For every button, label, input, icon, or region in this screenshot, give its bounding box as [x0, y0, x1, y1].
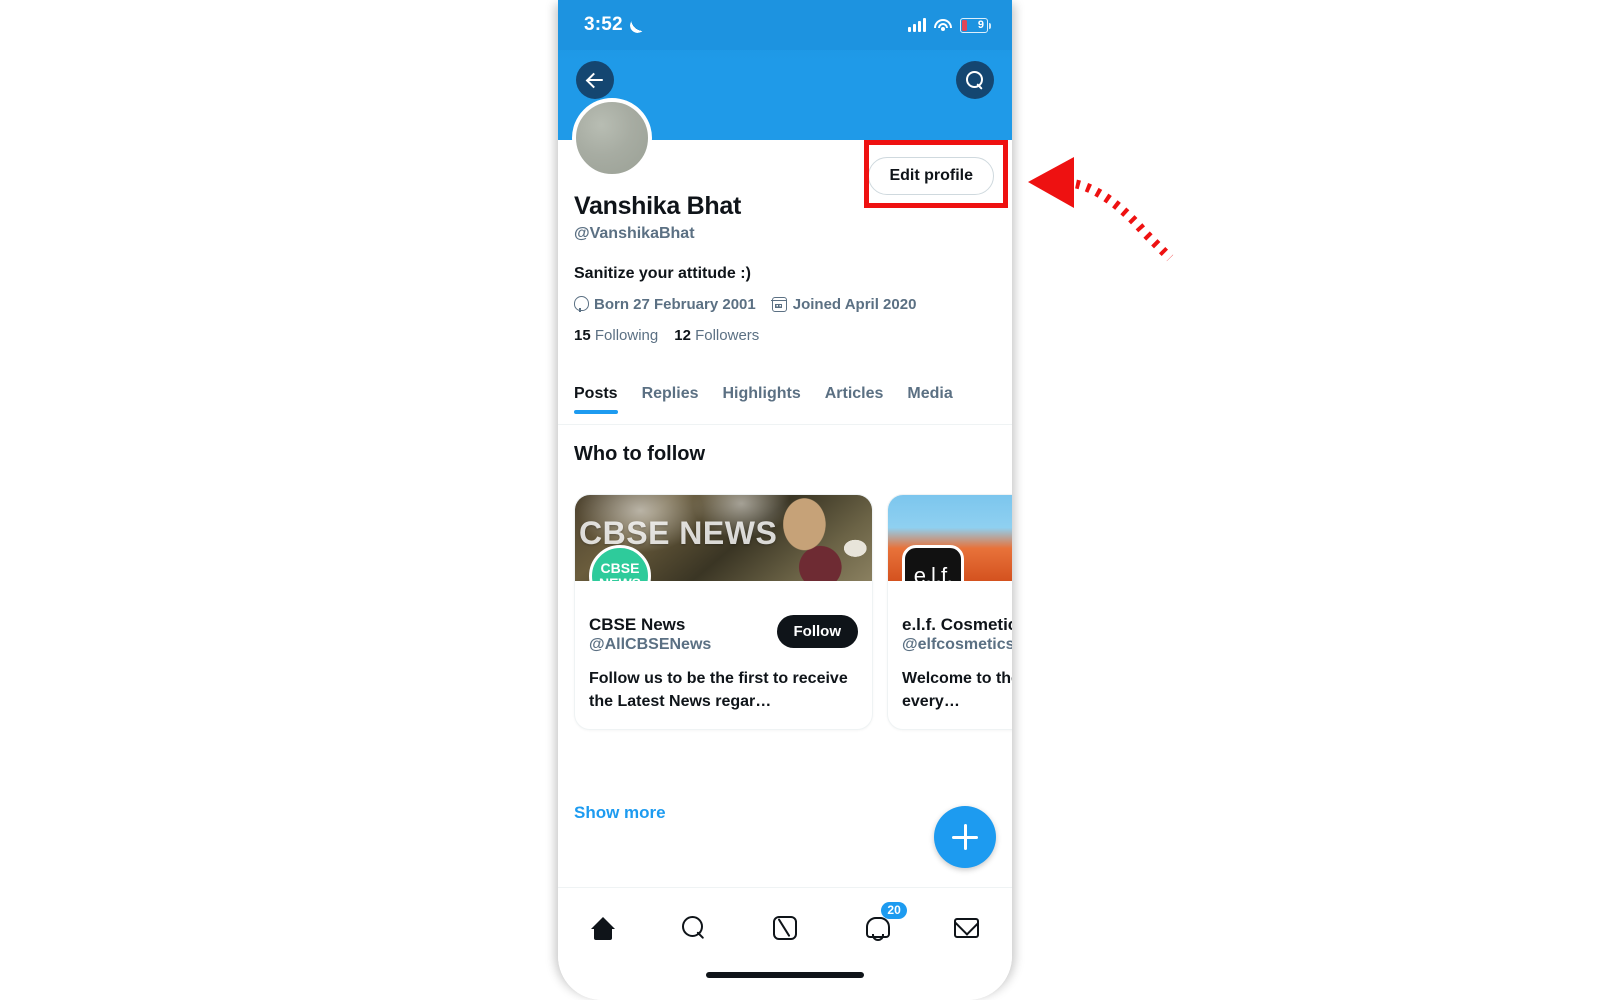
- notifications-badge: 20: [881, 902, 907, 920]
- card-bio: Follow us to be the first to receive the…: [589, 670, 848, 711]
- plus-icon: [952, 824, 978, 850]
- tab-posts[interactable]: Posts: [574, 385, 618, 414]
- profile-bio: Sanitize your attitude :): [574, 264, 751, 282]
- phone-frame: 3:52 9 Edit profile Vanshika Bhat @Vansh…: [558, 0, 1012, 1000]
- nav-grok[interactable]: [760, 908, 810, 948]
- followers-label: Followers: [695, 326, 760, 344]
- status-bar-left: 3:52: [584, 14, 645, 36]
- home-indicator: [706, 972, 864, 978]
- card-name: CBSE News: [589, 615, 686, 634]
- follow-card[interactable]: e.l.f. e.l.f. Cosmetics @elfcosmetics Fo…: [887, 494, 1012, 731]
- battery-percent: 9: [977, 18, 984, 31]
- card-header-row: CBSE News @AllCBSENews Follow: [589, 615, 858, 654]
- search-button[interactable]: [956, 61, 994, 99]
- card-avatar[interactable]: e.l.f.: [902, 545, 964, 581]
- nav-home[interactable]: [578, 908, 628, 948]
- card-cover-image: e.l.f.: [888, 495, 1012, 581]
- grok-icon: [772, 916, 797, 940]
- moon-icon: [630, 18, 645, 33]
- search-icon: [682, 916, 706, 940]
- compose-button[interactable]: [934, 806, 996, 868]
- card-cover-image: CBSE NEWS CBSE NEWS: [575, 495, 872, 581]
- nav-search[interactable]: [669, 908, 719, 948]
- card-header-row: e.l.f. Cosmetics @elfcosmetics Follow: [902, 615, 1012, 654]
- status-bar-right: 9: [908, 17, 991, 33]
- phone-screen: 3:52 9 Edit profile Vanshika Bhat @Vansh…: [558, 0, 1012, 1000]
- birth-date-item: Born 27 February 2001: [574, 296, 756, 313]
- card-identity: CBSE News @AllCBSENews: [589, 615, 711, 654]
- balloon-icon: [574, 296, 589, 313]
- follow-card[interactable]: CBSE NEWS CBSE NEWS CBSE News @AllCBSENe…: [574, 494, 873, 731]
- joined-date-item: Joined April 2020: [771, 295, 917, 313]
- followers-stat[interactable]: 12 Followers: [674, 327, 759, 344]
- status-bar: 3:52 9: [558, 0, 1012, 50]
- card-bio: Welcome to the place where every…: [902, 670, 1012, 711]
- who-to-follow-carousel[interactable]: CBSE NEWS CBSE NEWS CBSE News @AllCBSENe…: [574, 494, 1012, 731]
- followers-count: 12: [674, 326, 691, 344]
- search-icon: [966, 71, 984, 89]
- profile-tabs: Posts Replies Highlights Articles Media: [558, 385, 1012, 425]
- battery-icon: 9: [960, 17, 991, 33]
- nav-notifications[interactable]: 20: [851, 902, 907, 948]
- calendar-icon: [771, 296, 788, 312]
- messages-envelope-icon: [954, 918, 980, 938]
- following-stat[interactable]: 15 Following: [574, 327, 658, 344]
- birth-date-text: Born 27 February 2001: [594, 295, 756, 313]
- status-time: 3:52: [584, 14, 623, 35]
- profile-handle: @VanshikaBhat: [574, 224, 695, 242]
- battery-low-fill: [962, 19, 967, 31]
- following-label: Following: [594, 326, 659, 344]
- show-more-link[interactable]: Show more: [574, 803, 666, 823]
- notifications-bell-icon: [865, 916, 890, 941]
- edit-profile-button[interactable]: Edit profile: [868, 157, 994, 195]
- tab-highlights[interactable]: Highlights: [723, 385, 801, 414]
- tab-articles[interactable]: Articles: [825, 385, 884, 414]
- card-identity: e.l.f. Cosmetics @elfcosmetics: [902, 615, 1012, 654]
- card-avatar-line2: NEWS: [599, 576, 641, 581]
- card-handle: @elfcosmetics: [902, 636, 1012, 653]
- profile-counts: 15 Following 12 Followers: [574, 327, 996, 344]
- bottom-navigation: 20: [558, 887, 1012, 1000]
- tab-replies[interactable]: Replies: [642, 385, 699, 414]
- home-icon: [590, 916, 616, 940]
- joined-date-text: Joined April 2020: [792, 295, 917, 313]
- screenshot-canvas: 3:52 9 Edit profile Vanshika Bhat @Vansh…: [0, 0, 1600, 1000]
- back-arrow-icon: [587, 72, 604, 89]
- following-count: 15: [574, 326, 591, 344]
- card-name: e.l.f. Cosmetics: [902, 615, 1012, 634]
- avatar[interactable]: [572, 98, 652, 178]
- red-pointer-arrow: [1028, 157, 1174, 262]
- card-body: e.l.f. Cosmetics @elfcosmetics Follow We…: [888, 581, 1012, 729]
- who-to-follow-title: Who to follow: [574, 443, 706, 465]
- card-handle: @AllCBSENews: [589, 636, 712, 653]
- profile-display-name: Vanshika Bhat: [574, 192, 741, 220]
- cellular-signal-icon: [908, 18, 926, 32]
- wifi-icon: [934, 18, 952, 32]
- follow-button[interactable]: Follow: [776, 615, 858, 648]
- back-button[interactable]: [576, 61, 614, 99]
- profile-section: Edit profile Vanshika Bhat @VanshikaBhat…: [558, 98, 1012, 344]
- card-avatar-line1: CBSE: [600, 560, 640, 577]
- card-body: CBSE News @AllCBSENews Follow Follow us …: [575, 581, 872, 729]
- nav-messages[interactable]: [942, 908, 992, 948]
- card-avatar-line1: e.l.f.: [913, 563, 953, 581]
- profile-meta: Born 27 February 2001 Joined April 2020: [574, 296, 996, 313]
- tab-media[interactable]: Media: [907, 385, 952, 414]
